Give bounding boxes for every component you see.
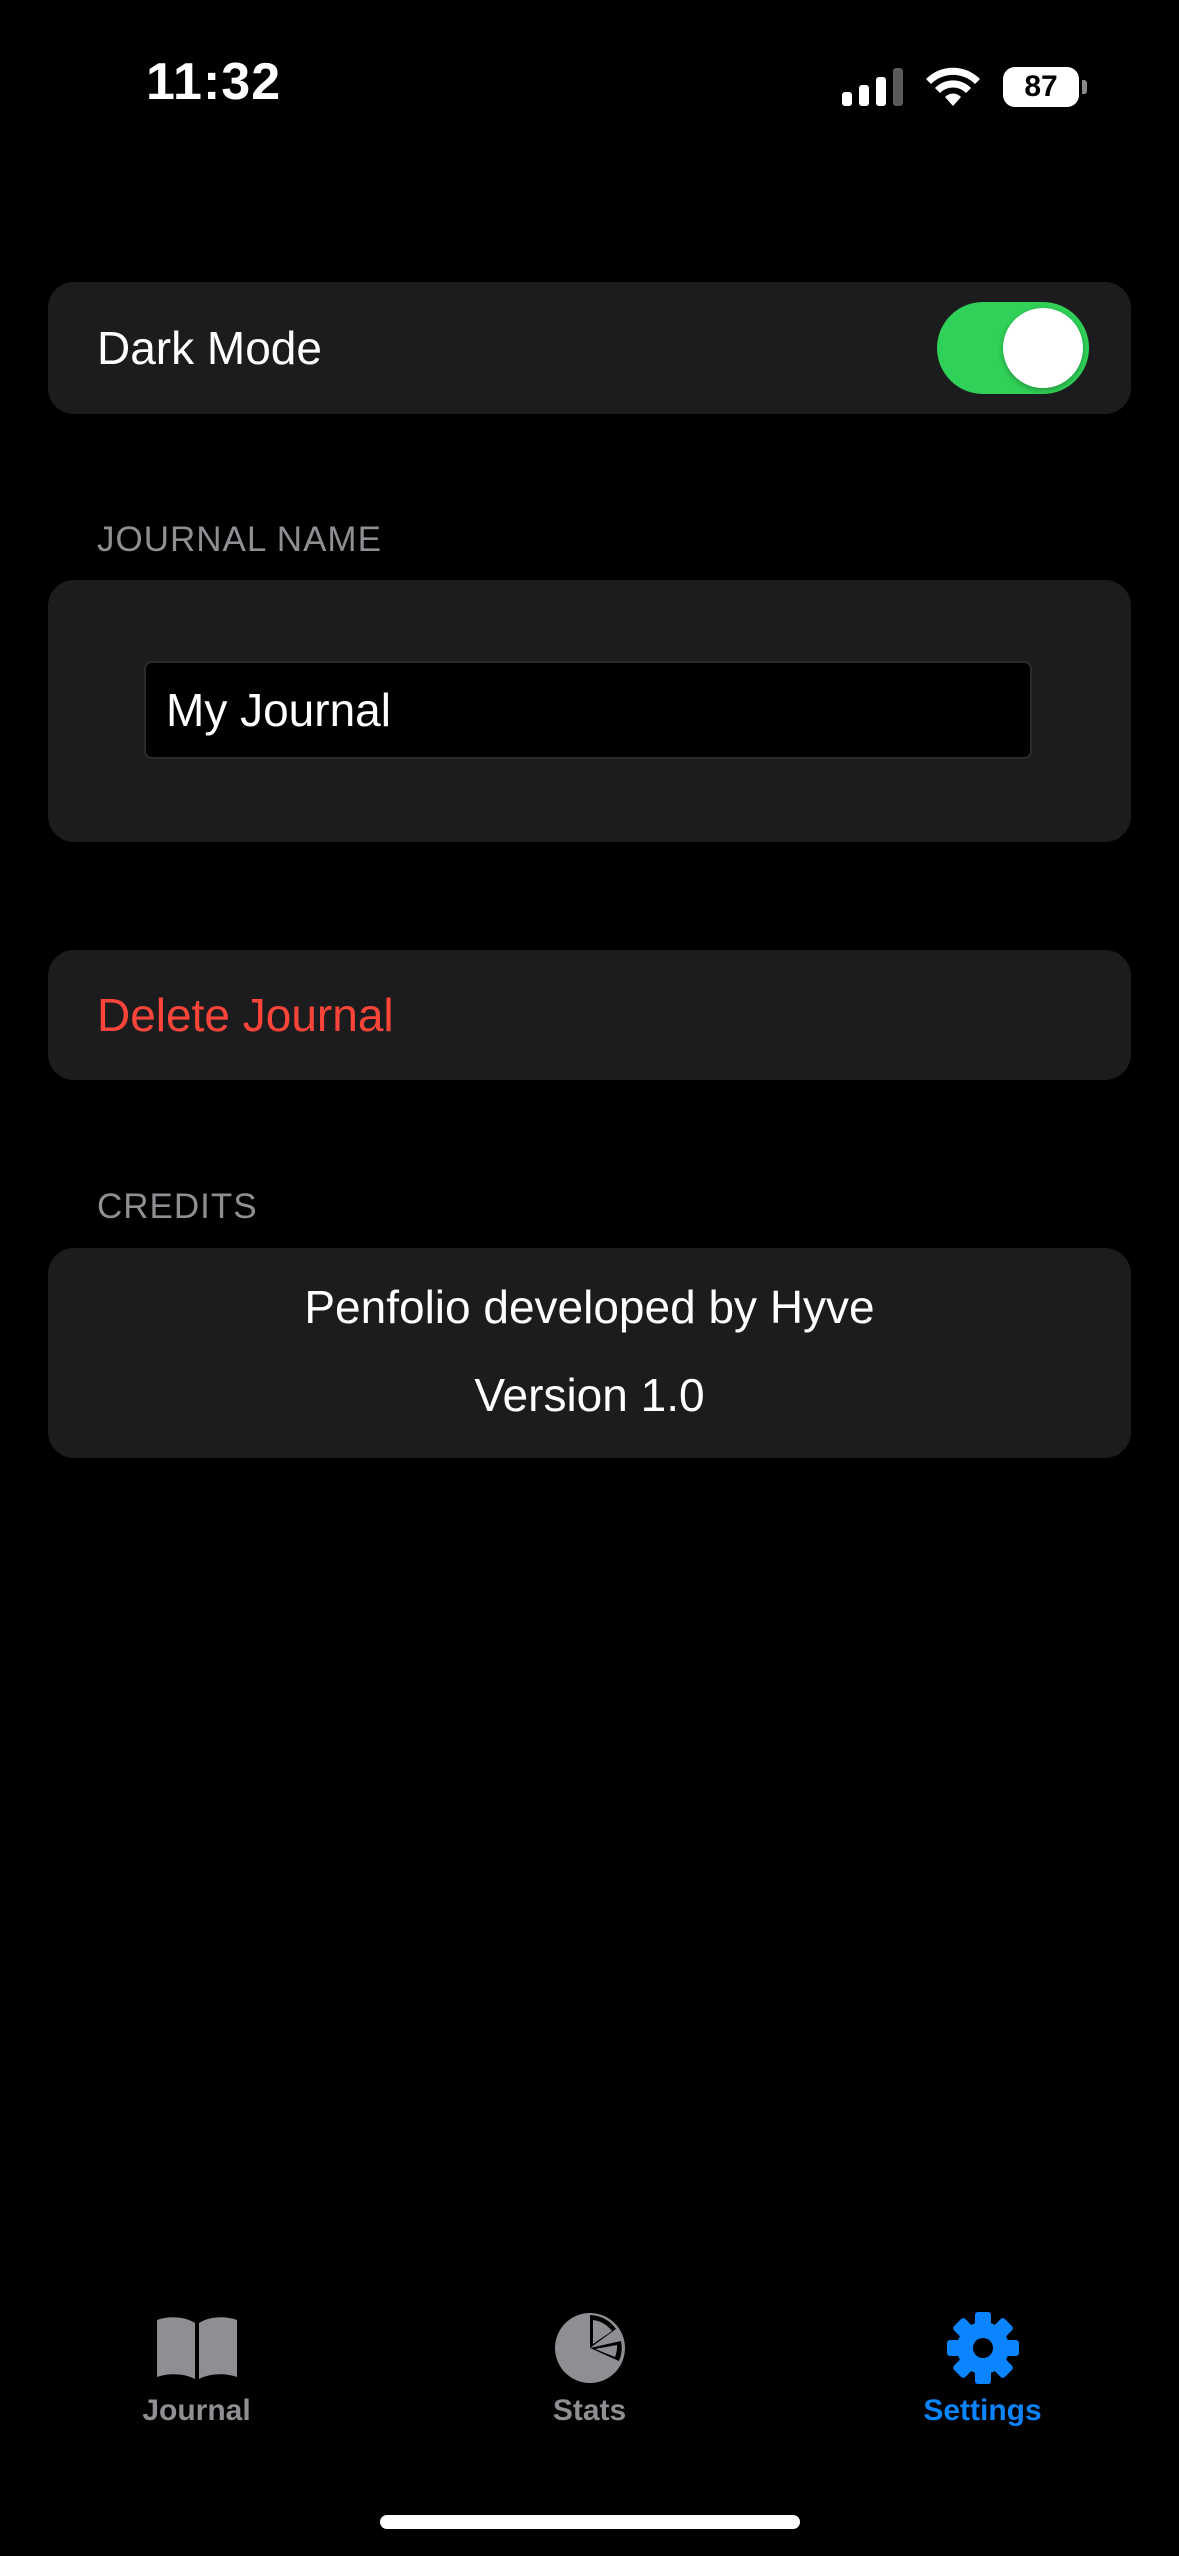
credits-developer: Penfolio developed by Hyve [304, 1281, 875, 1333]
credits-card: Penfolio developed by Hyve Version 1.0 [48, 1248, 1131, 1458]
tab-stats-label: Stats [552, 2394, 627, 2427]
dark-mode-label: Dark Mode [97, 322, 322, 374]
dark-mode-toggle[interactable] [937, 302, 1089, 394]
toggle-knob [1003, 308, 1083, 388]
tab-settings[interactable]: Settings [786, 2310, 1179, 2460]
credits-version: Version 1.0 [474, 1369, 705, 1421]
home-indicator[interactable] [380, 2515, 800, 2529]
dark-mode-row: Dark Mode [48, 282, 1131, 414]
tab-stats[interactable]: Stats [393, 2310, 786, 2460]
book-icon [152, 2310, 242, 2386]
pie-chart-icon [545, 2310, 635, 2386]
journal-name-card [48, 580, 1131, 842]
battery-level: 87 [1024, 70, 1058, 103]
tab-journal[interactable]: Journal [0, 2310, 393, 2460]
status-bar: 11:32 87 [0, 0, 1179, 150]
status-icons: 87 [842, 62, 1087, 112]
delete-journal-label: Delete Journal [97, 989, 394, 1041]
tab-settings-label: Settings [923, 2394, 1042, 2427]
tab-bar: Journal Stats Settings [0, 2310, 1179, 2460]
delete-journal-button[interactable]: Delete Journal [48, 950, 1131, 1080]
journal-name-input[interactable] [144, 661, 1032, 759]
journal-name-section-label: JOURNAL NAME [97, 520, 382, 559]
wifi-icon [926, 67, 980, 106]
status-time: 11:32 [146, 53, 282, 111]
credits-section-label: CREDITS [97, 1187, 258, 1226]
battery-icon: 87 [1003, 67, 1087, 107]
tab-journal-label: Journal [142, 2394, 251, 2427]
gear-icon [938, 2310, 1028, 2386]
cellular-signal-icon [842, 68, 903, 106]
